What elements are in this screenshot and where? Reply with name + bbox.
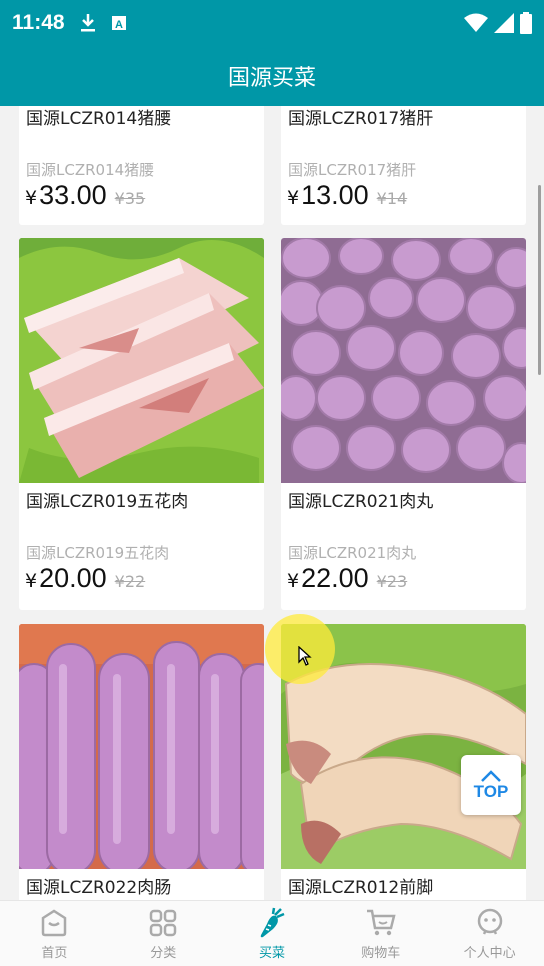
carrot-icon xyxy=(260,907,285,937)
product-price: 33.00 xyxy=(39,180,107,210)
a-app-icon: A xyxy=(111,16,126,31)
product-price: 13.00 xyxy=(301,180,369,210)
product-card[interactable]: 国源LCZR021肉丸 国源LCZR021肉丸 ¥ 22.00 ¥23 xyxy=(281,238,526,610)
product-price: 20.00 xyxy=(39,563,107,593)
bottom-tab-bar: 首页 分类 买菜 购物车 个人中心 xyxy=(0,900,544,966)
product-name: 国源LCZR022肉肠 xyxy=(26,878,172,898)
tab-label: 买菜 xyxy=(258,945,285,961)
back-to-top-button[interactable]: TOP xyxy=(461,755,521,815)
product-name: 国源LCZR019五花肉 xyxy=(26,492,189,512)
product-price: 22.00 xyxy=(301,563,369,593)
battery-icon xyxy=(520,12,532,34)
cart-icon xyxy=(366,909,396,935)
product-card[interactable]: 国源LCZR014猪腰 国源LCZR014猪腰 ¥ 33.00 ¥35 xyxy=(19,106,264,225)
original-price: ¥22 xyxy=(114,572,146,591)
sausage-image xyxy=(19,624,264,869)
product-subtitle: 国源LCZR019五花肉 xyxy=(26,544,170,562)
price-row: ¥ 20.00 ¥22 xyxy=(19,563,264,594)
product-subtitle: 国源LCZR017猪肝 xyxy=(288,161,417,179)
grid-icon xyxy=(149,909,177,936)
svg-text:A: A xyxy=(115,19,123,31)
price-row: ¥ 22.00 ¥23 xyxy=(281,563,526,594)
product-subtitle: 国源LCZR021肉丸 xyxy=(288,544,417,562)
tab-cart[interactable]: 购物车 xyxy=(326,901,435,966)
download-icon xyxy=(80,14,95,32)
person-icon xyxy=(477,908,502,935)
product-image[interactable] xyxy=(19,624,264,869)
currency-symbol: ¥ xyxy=(25,570,38,592)
product-subtitle: 国源LCZR014猪腰 xyxy=(26,161,155,179)
tab-buy-vegetables[interactable]: 买菜 xyxy=(218,901,327,966)
tab-label: 购物车 xyxy=(361,945,401,961)
app-screen: 11:48 A 国源买菜 国源LCZR014猪腰 国源LCZR014猪腰 ¥ 3… xyxy=(0,0,544,966)
top-label: TOP xyxy=(473,782,509,801)
signal-icon xyxy=(494,13,514,33)
original-price: ¥35 xyxy=(114,189,146,208)
tab-category[interactable]: 分类 xyxy=(109,901,218,966)
tab-label: 个人中心 xyxy=(463,945,516,961)
product-name: 国源LCZR017猪肝 xyxy=(288,109,434,129)
original-price: ¥23 xyxy=(376,572,408,591)
meatball-image xyxy=(281,238,526,483)
tab-label: 首页 xyxy=(41,945,68,961)
product-card[interactable]: 国源LCZR022肉肠 xyxy=(19,624,264,900)
price-row: ¥ 13.00 ¥14 xyxy=(281,180,526,211)
product-card[interactable]: 国源LCZR017猪肝 国源LCZR017猪肝 ¥ 13.00 ¥14 xyxy=(281,106,526,225)
tab-profile[interactable]: 个人中心 xyxy=(435,901,544,966)
currency-symbol: ¥ xyxy=(287,570,300,592)
currency-symbol: ¥ xyxy=(287,187,300,209)
tab-home[interactable]: 首页 xyxy=(0,901,109,966)
product-name: 国源LCZR021肉丸 xyxy=(288,492,434,512)
wifi-icon xyxy=(464,13,488,32)
product-name: 国源LCZR012前脚 xyxy=(288,878,434,898)
scrollbar[interactable] xyxy=(538,185,541,375)
price-row: ¥ 33.00 ¥35 xyxy=(19,180,264,211)
pork-belly-image xyxy=(19,238,264,483)
home-icon xyxy=(42,909,67,936)
chevron-up-icon xyxy=(481,770,501,782)
product-image[interactable] xyxy=(19,238,264,483)
page-title: 国源买菜 xyxy=(227,66,316,91)
product-image[interactable] xyxy=(281,238,526,483)
currency-symbol: ¥ xyxy=(25,187,38,209)
mouse-cursor-icon xyxy=(298,646,312,666)
original-price: ¥14 xyxy=(376,189,408,208)
status-bar: 11:48 A xyxy=(0,0,544,46)
status-time: 11:48 xyxy=(12,11,65,34)
tab-label: 分类 xyxy=(150,945,177,961)
app-bar: 国源买菜 xyxy=(0,46,544,106)
product-name: 国源LCZR014猪腰 xyxy=(26,109,172,129)
product-card[interactable]: 国源LCZR019五花肉 国源LCZR019五花肉 ¥ 20.00 ¥22 xyxy=(19,238,264,610)
